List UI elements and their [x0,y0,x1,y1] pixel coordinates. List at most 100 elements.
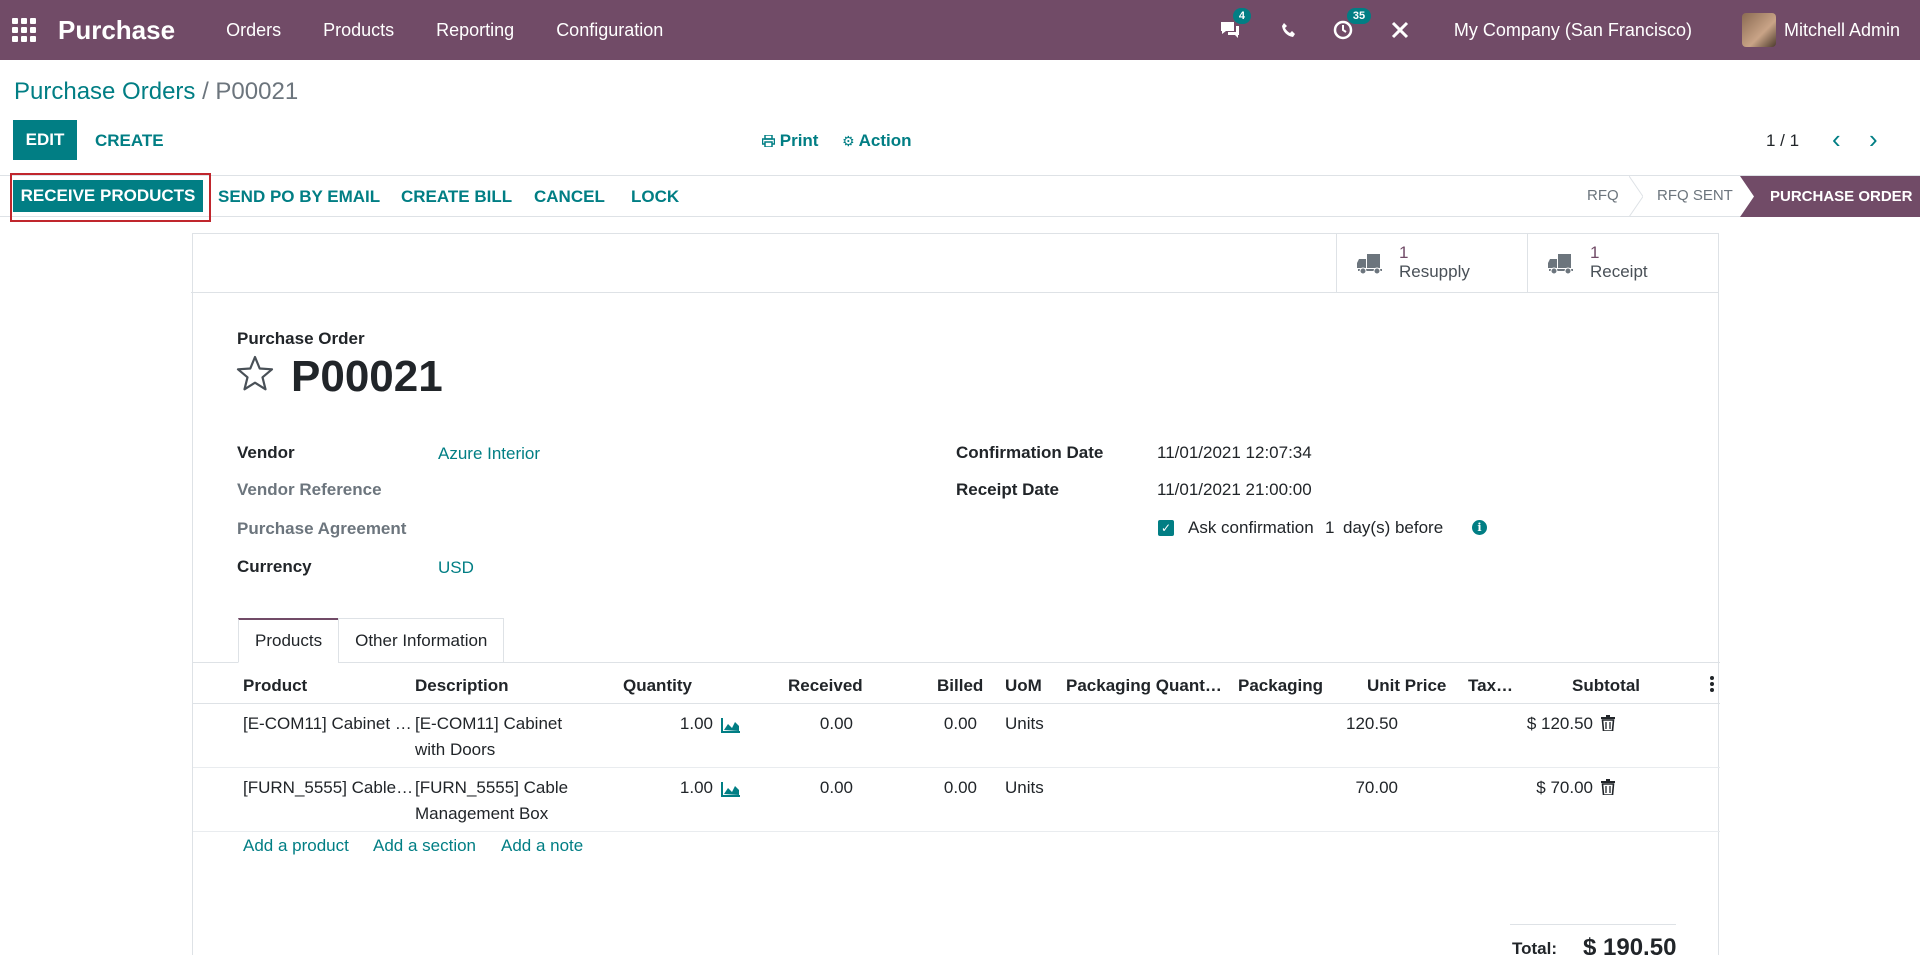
cancel-button[interactable]: CANCEL [534,187,605,207]
table-row[interactable]: [FURN_5555] Cable… [FURN_5555] Cable Mana… [193,769,1720,832]
truck-icon [1357,254,1382,275]
ask-confirmation-suffix: day(s) before [1343,518,1444,537]
pager-value[interactable]: 1 / 1 [1766,131,1799,151]
trash-icon[interactable] [1601,715,1615,731]
ask-confirmation-label: Ask confirmation [1188,518,1314,537]
optional-columns-icon[interactable] [1710,676,1714,694]
send-po-by-email-button[interactable]: SEND PO BY EMAIL [218,187,380,207]
row-received: 0.00 [819,778,853,797]
col-received[interactable]: Received [788,676,863,696]
receipt-smart-button[interactable]: 1 Receipt [1527,234,1718,292]
col-subtotal[interactable]: Subtotal [1572,676,1640,696]
tab-other-information[interactable]: Other Information [338,618,505,663]
col-taxes[interactable]: Tax… [1468,676,1513,696]
add-note-link[interactable]: Add a note [501,836,583,856]
stage-separator-icon [1629,176,1643,217]
row-description: [FURN_5555] Cable Management Box [415,775,568,827]
tab-products[interactable]: Products [238,618,340,663]
menu-products[interactable]: Products [302,20,415,41]
activities-badge: 35 [1346,8,1372,24]
breadcrumb-purchase-orders[interactable]: Purchase Orders [14,78,195,105]
debug-tools-button[interactable] [1391,21,1409,39]
row-received: 0.00 [819,714,853,733]
statusbar: RECEIVE PRODUCTS SEND PO BY EMAIL CREATE… [0,175,1920,217]
gear-icon: ⚙ [842,133,855,149]
col-uom[interactable]: UoM [1005,676,1042,696]
confirmation-date-label: Confirmation Date [956,443,1104,462]
total-divider [1510,924,1676,925]
po-number: P00021 [291,352,443,401]
menu-configuration[interactable]: Configuration [535,20,684,41]
company-switcher[interactable]: My Company (San Francisco) [1454,20,1692,41]
trash-icon[interactable] [1601,779,1615,795]
ask-confirmation-checkbox[interactable]: ✓ [1158,520,1174,536]
ask-confirmation-days[interactable]: 1 [1325,518,1334,538]
row-product: [FURN_5555] Cable… [243,778,414,797]
apps-menu-icon[interactable] [12,18,36,42]
col-packaging[interactable]: Packaging [1238,676,1323,696]
action-button[interactable]: ⚙ Action [842,131,912,151]
lock-button[interactable]: LOCK [631,187,679,207]
add-section-link[interactable]: Add a section [373,836,476,856]
breadcrumb: Purchase Orders / P00021 [14,78,298,106]
row-description: [E-COM11] Cabinet with Doors [415,711,562,763]
col-quantity[interactable]: Quantity [623,676,692,696]
row-subtotal: $ 70.00 [1536,778,1593,797]
edit-button[interactable]: EDIT [13,120,77,160]
row-billed: 0.00 [943,714,977,733]
forecast-chart-icon[interactable] [721,717,741,733]
pager-next-icon[interactable]: › [1869,126,1878,152]
row-billed: 0.00 [943,778,977,797]
menu-reporting[interactable]: Reporting [415,20,535,41]
currency-label: Currency [237,557,312,576]
phone-icon [1281,23,1295,37]
stage-rfq-sent[interactable]: RFQ SENT [1657,187,1733,204]
col-packaging-quantity[interactable]: Packaging Quant… [1066,676,1222,696]
messages-button[interactable]: 4 [1219,8,1251,40]
star-icon[interactable] [235,354,275,394]
table-row[interactable]: [E-COM11] Cabinet … [E-COM11] Cabinet wit… [193,705,1720,768]
app-name[interactable]: Purchase [58,15,175,46]
currency-field[interactable]: USD [438,558,474,578]
purchase-agreement-label: Purchase Agreement [237,519,407,538]
col-description[interactable]: Description [415,676,509,696]
vendor-reference-label: Vendor Reference [237,480,382,499]
stage-rfq[interactable]: RFQ [1587,187,1619,204]
row-uom: Units [1005,778,1044,797]
create-bill-button[interactable]: CREATE BILL [401,187,512,207]
activities-button[interactable]: 35 [1333,8,1372,40]
notebook-tabs: Products Other Information [238,618,505,663]
confirmation-date-field: 11/01/2021 12:07:34 [1157,443,1312,462]
col-billed[interactable]: Billed [937,676,983,696]
phone-button[interactable] [1281,22,1297,38]
col-unit-price[interactable]: Unit Price [1367,676,1446,696]
row-description-line1: [FURN_5555] Cable [415,778,569,797]
print-button[interactable]: Print [761,131,818,151]
form-sheet: 1 Resupply 1 Receipt Purchase Order P000… [191,233,1720,955]
table-header: Product Description Quantity Received Bi… [193,666,1720,704]
create-button[interactable]: CREATE [95,131,164,151]
stage-purchase-order[interactable]: PURCHASE ORDER [1740,176,1920,217]
user-menu[interactable]: Mitchell Admin [1784,20,1900,41]
total-label: Total: [1512,939,1558,955]
resupply-smart-button[interactable]: 1 Resupply [1336,234,1527,292]
forecast-chart-icon[interactable] [721,781,741,797]
info-icon[interactable]: i [1472,520,1487,535]
resupply-label: Resupply [1399,262,1470,281]
menu-orders[interactable]: Orders [205,20,302,41]
vendor-field[interactable]: Azure Interior [438,444,540,464]
action-label: Action [858,131,912,150]
clock-icon [1333,20,1353,40]
row-unit-price: 120.50 [1346,714,1398,733]
total-value: $ 190.50 [1583,934,1677,955]
user-avatar[interactable] [1741,13,1776,47]
pager-previous-icon[interactable]: ‹ [1832,126,1841,152]
messages-badge: 4 [1232,8,1251,24]
row-quantity: 1.00 [679,714,713,733]
top-navbar: Purchase Orders Products Reporting Confi… [0,0,1920,60]
add-product-link[interactable]: Add a product [243,836,349,856]
receipt-label: Receipt [1590,262,1648,281]
breadcrumb-separator: / [202,78,209,105]
col-product[interactable]: Product [243,676,307,696]
form-title-label: Purchase Order [237,329,365,348]
